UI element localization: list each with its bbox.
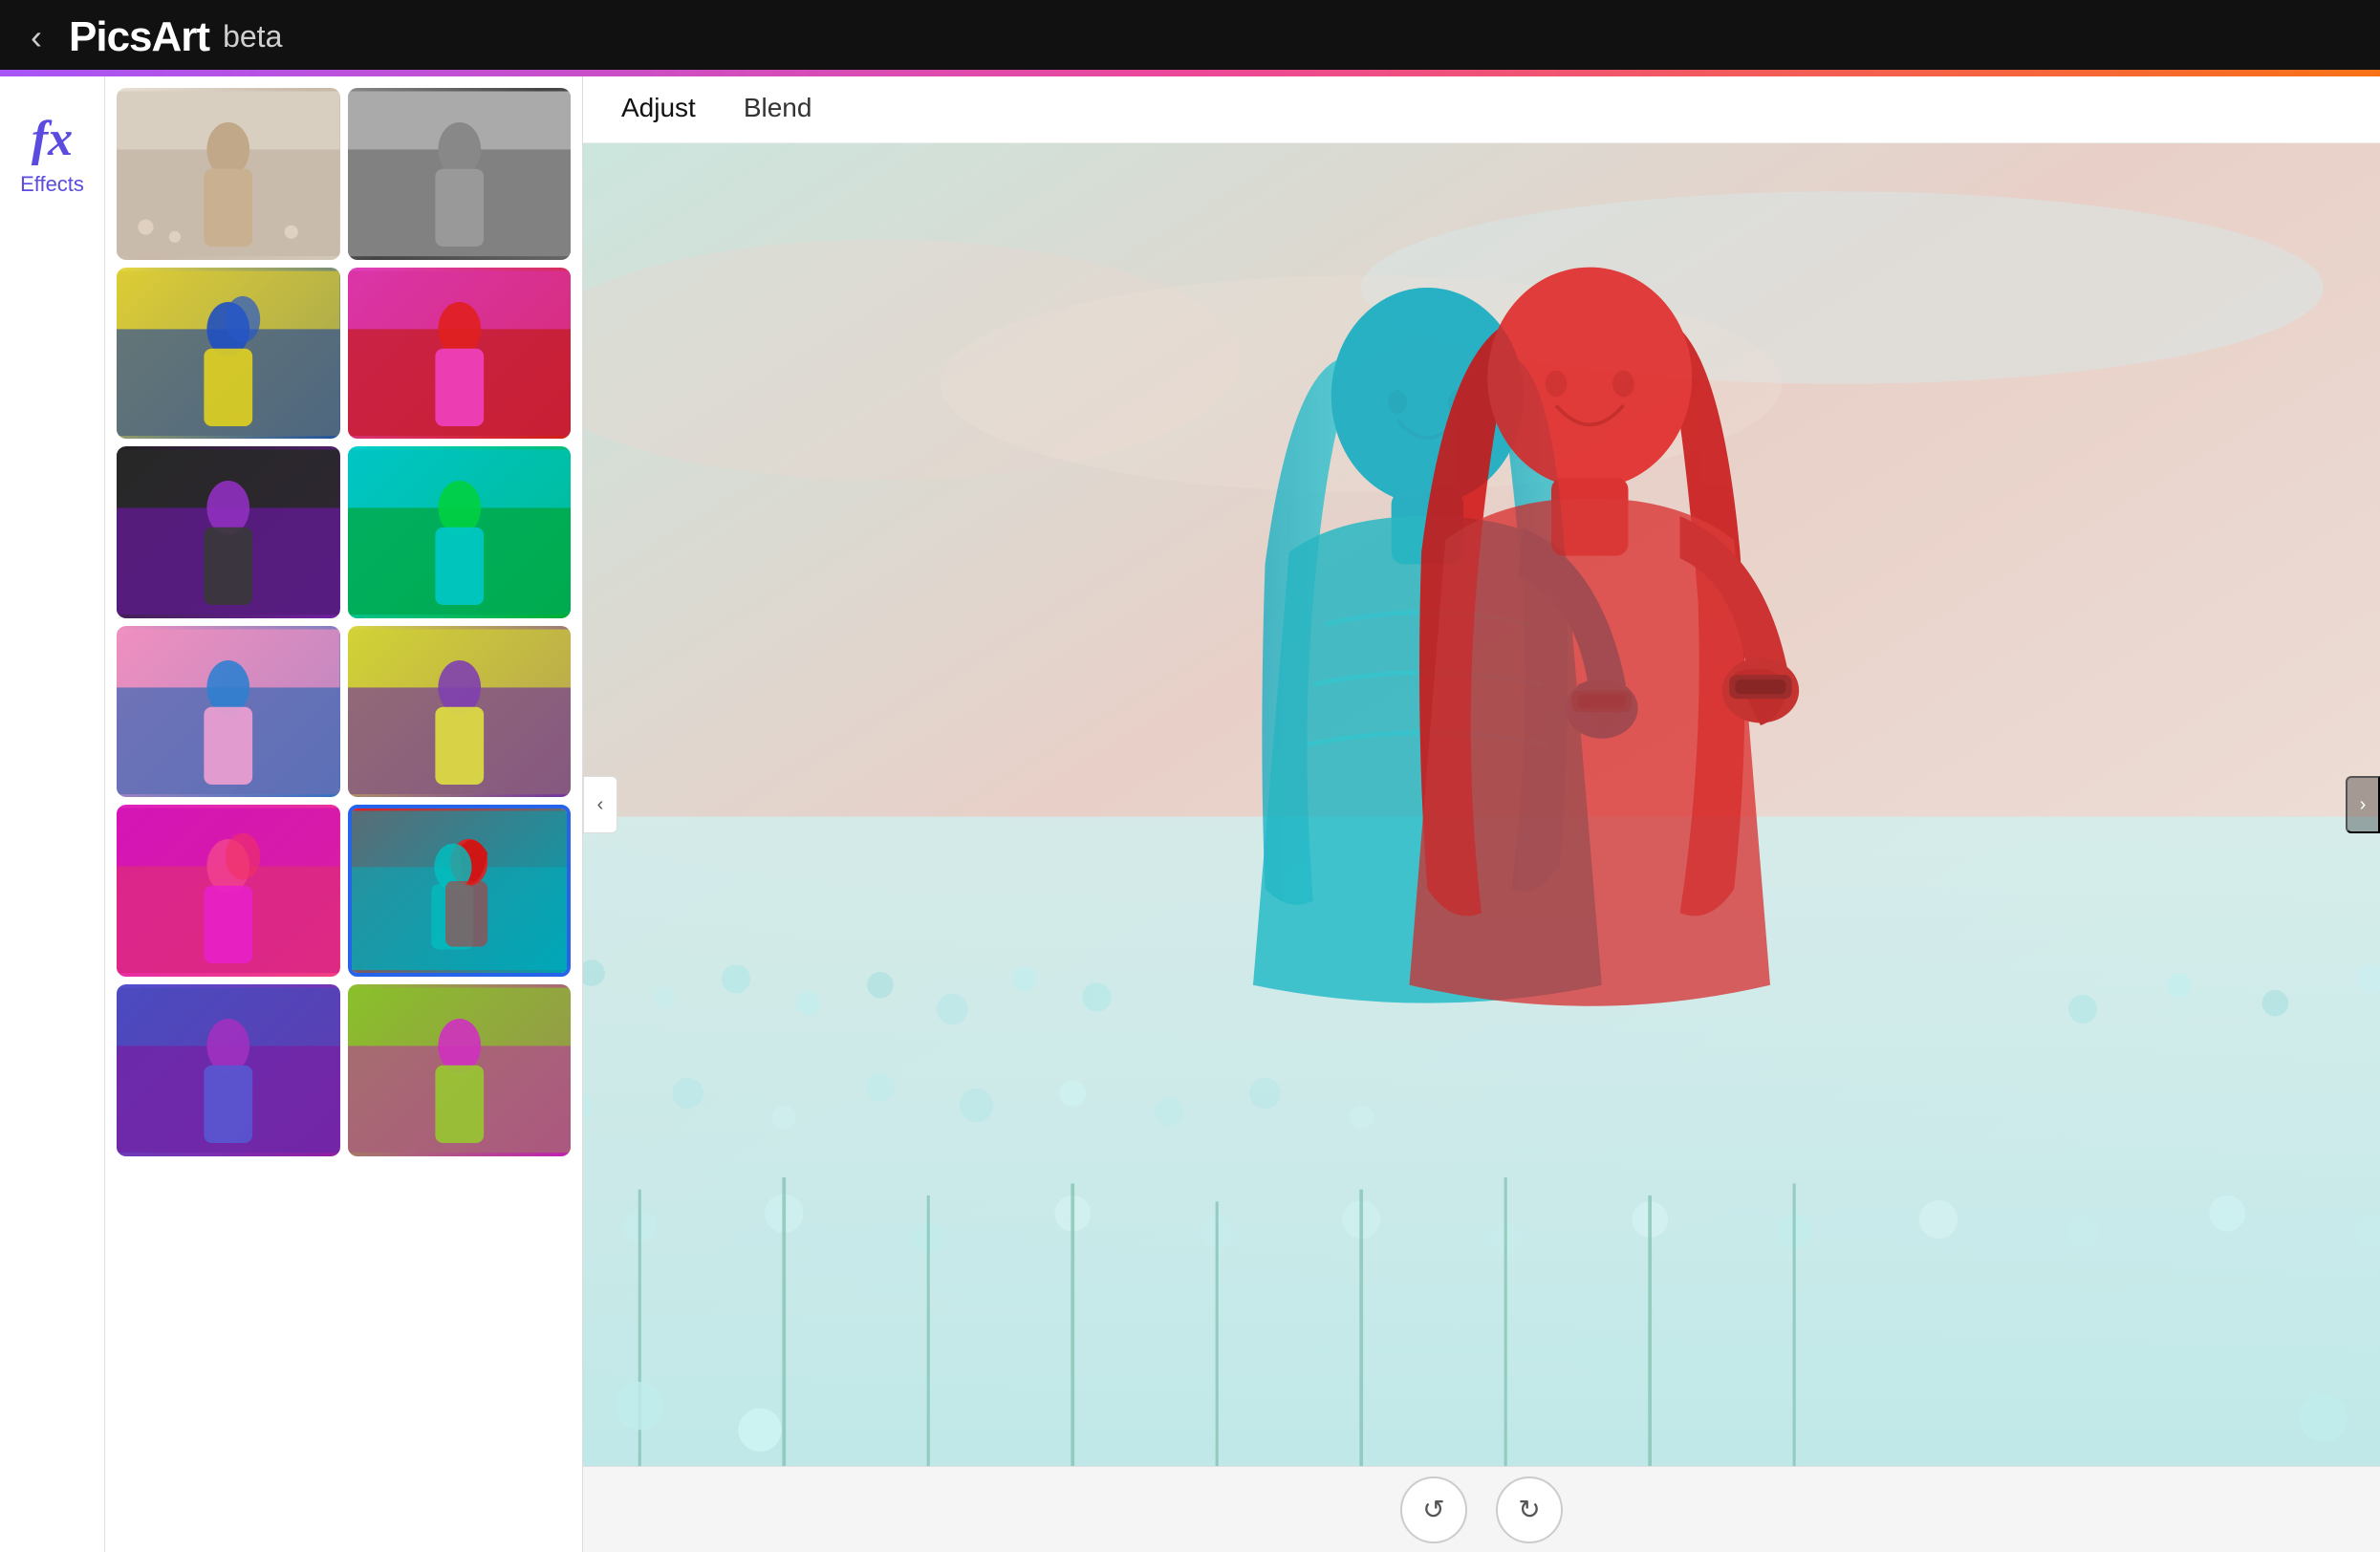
chevron-right-icon: ›: [2360, 794, 2367, 816]
effect-thumb-inner: [348, 984, 572, 1156]
effects-panel: [105, 76, 583, 1552]
effects-grid: [117, 88, 571, 1156]
chevron-left-icon: ‹: [597, 794, 604, 816]
effect-thumb-inner: [117, 805, 340, 977]
logo-beta: beta: [223, 19, 282, 54]
effect-thumb-yellow-blue[interactable]: [117, 268, 340, 440]
preview-image-container: [583, 143, 2380, 1466]
expand-right-button[interactable]: ›: [2346, 776, 2380, 833]
effect-thumb-pink-blue[interactable]: [117, 626, 340, 798]
logo: PicsArt beta: [69, 13, 282, 61]
effect-thumb-inner: [348, 268, 572, 440]
top-tabs: Adjust Blend: [583, 76, 2380, 143]
fx-symbol: fx: [32, 115, 73, 164]
effect-thumb-yellow-purple[interactable]: [348, 626, 572, 798]
fx-label: Effects: [20, 172, 84, 197]
effect-thumb-magenta-pink[interactable]: [117, 805, 340, 977]
effect-thumb-inner: [117, 626, 340, 798]
effect-thumb-dark-purple[interactable]: [117, 446, 340, 618]
main-layout: fx Effects: [0, 76, 2380, 1552]
effect-thumb-green-magenta[interactable]: [348, 984, 572, 1156]
effect-thumb-inner: [352, 808, 568, 973]
tab-blend[interactable]: Blend: [744, 93, 812, 127]
preview-svg: [583, 143, 2380, 1466]
effect-thumb-cyan-green[interactable]: [348, 446, 572, 618]
effect-thumb-inner: [117, 446, 340, 618]
effect-thumb-inner: [117, 984, 340, 1156]
image-preview: ‹: [583, 143, 2380, 1466]
effect-thumb-inner: [348, 626, 572, 798]
header: ‹ PicsArt beta: [0, 0, 2380, 76]
effect-thumb-pink-red[interactable]: [348, 268, 572, 440]
effect-thumb-inner: [348, 88, 572, 260]
effect-thumb-bw[interactable]: [348, 88, 572, 260]
effect-thumb-blue-purple[interactable]: [117, 984, 340, 1156]
effect-thumb-inner: [117, 88, 340, 260]
effect-thumb-original[interactable]: [117, 88, 340, 260]
effect-thumb-inner: [348, 446, 572, 618]
bottom-toolbar: ↺ ↻: [583, 1466, 2380, 1552]
preview-area: Adjust Blend ‹: [583, 76, 2380, 1552]
redo-button[interactable]: ↻: [1496, 1477, 1563, 1543]
collapse-panel-button[interactable]: ‹: [583, 776, 617, 833]
effect-thumb-red-cyan[interactable]: [348, 805, 572, 977]
fx-effects-button[interactable]: fx Effects: [20, 115, 84, 197]
undo-button[interactable]: ↺: [1400, 1477, 1467, 1543]
sidebar-icon-panel: fx Effects: [0, 76, 105, 1552]
logo-text: PicsArt: [69, 13, 209, 61]
effect-thumb-inner: [117, 268, 340, 440]
tab-adjust[interactable]: Adjust: [621, 93, 696, 127]
back-button[interactable]: ‹: [31, 20, 42, 54]
